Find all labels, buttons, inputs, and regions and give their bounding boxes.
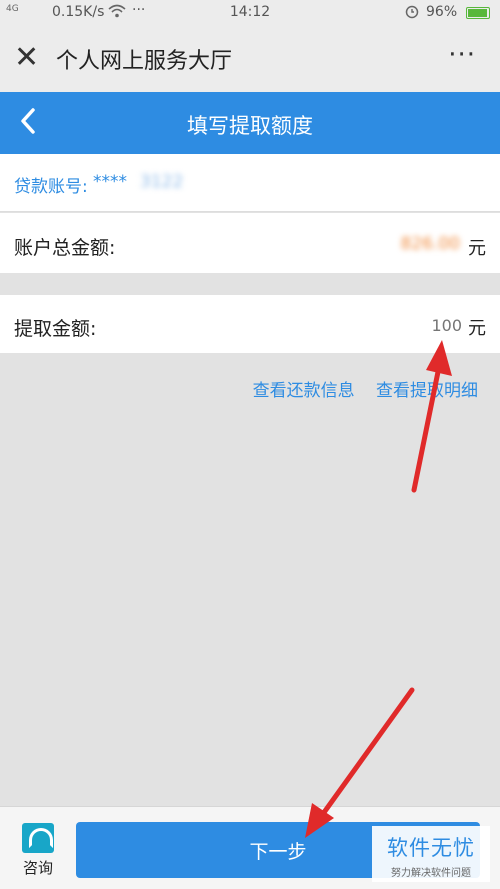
info-links: 查看还款信息 查看提取明细: [237, 376, 478, 401]
loan-account-masked: ****: [93, 172, 127, 192]
watermark: 软件无忧 努力解决软件问题: [372, 826, 490, 882]
total-amount-unit: 元: [468, 238, 486, 259]
loan-account-tail: 3122: [140, 172, 184, 192]
status-bar: 4G 0.15K/s ··· 14:12 96%: [0, 0, 500, 26]
view-withdraw-detail-link[interactable]: 查看提取明细: [376, 381, 478, 401]
app-title: 个人网上服务大厅: [56, 49, 233, 74]
nav-bar: 填写提取额度: [0, 92, 500, 154]
loan-account-label: 贷款账号:: [14, 177, 88, 197]
battery-icon: [466, 7, 490, 19]
page-title: 填写提取额度: [187, 114, 313, 138]
close-icon[interactable]: ✕: [14, 40, 39, 76]
withdraw-amount-unit: 元: [468, 318, 486, 339]
view-repayment-info-link[interactable]: 查看还款信息: [253, 381, 355, 401]
total-amount-row: 账户总金额: 826.00 元: [0, 213, 500, 273]
more-icon[interactable]: ···: [448, 40, 476, 70]
alarm-icon: [404, 3, 420, 23]
consult-label: 咨询: [22, 859, 53, 877]
headset-icon: [22, 823, 54, 853]
withdraw-amount-input[interactable]: [322, 313, 462, 337]
clock: 14:12: [229, 4, 271, 20]
watermark-main: 软件无忧: [387, 836, 475, 860]
withdraw-amount-label: 提取金额:: [14, 318, 97, 340]
app-header: ✕ 个人网上服务大厅 ···: [0, 26, 500, 92]
battery-percent: 96%: [426, 4, 458, 20]
consult-button[interactable]: 咨询: [14, 823, 62, 878]
total-amount-label: 账户总金额:: [14, 237, 116, 259]
withdraw-amount-row: 提取金额: 元: [0, 295, 500, 353]
annotation-arrow-up: [411, 340, 452, 493]
total-amount-value: 826.00: [400, 234, 460, 254]
loan-account-row: 贷款账号: **** 3122: [0, 154, 500, 212]
watermark-sub: 努力解决软件问题: [391, 868, 471, 879]
